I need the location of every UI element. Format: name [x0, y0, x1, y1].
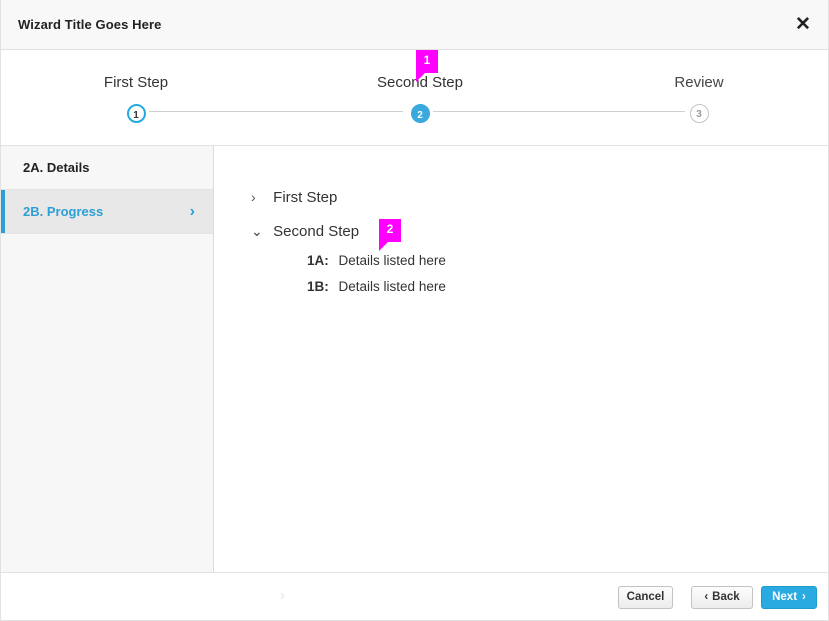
stepper-step-first[interactable]: First Step 1 [46, 74, 226, 123]
sidebar-item-label: 2B. Progress [23, 204, 104, 219]
stepper-step-circle: 3 [689, 104, 709, 123]
tree-node-label: First Step [273, 189, 338, 206]
back-button-label: Back [712, 591, 740, 603]
stepper-step-circle: 1 [126, 104, 146, 123]
tree-detail-row: 1A: Details listed here [251, 248, 808, 274]
tree-detail-text: Details listed here [338, 279, 446, 294]
wizard-footer: › Cancel ‹ Back Next › [1, 572, 828, 620]
stepper-step-label: Review [674, 74, 724, 91]
tree-node-second-step[interactable]: ⌄ Second Step [251, 214, 808, 248]
tree-node-label: Second Step [273, 223, 360, 240]
close-icon[interactable]: ✕ [790, 12, 816, 38]
wizard-stepper: First Step 1 Second Step 2 Review 3 [1, 50, 828, 146]
tree-detail-key: 1B: [307, 279, 329, 294]
tree-detail-key: 1A: [307, 253, 329, 268]
wizard-content: › First Step ⌄ Second Step 1A: Details l… [215, 146, 828, 620]
stepper-step-circle: 2 [410, 104, 430, 123]
chevron-right-icon: › [802, 591, 806, 603]
callout-badge-1: 1 [416, 50, 438, 82]
chevron-right-icon: › [280, 587, 285, 604]
wizard-sidebar: 2A. Details 2B. Progress › [1, 146, 214, 620]
wizard-dialog: Wizard Title Goes Here ✕ First Step 1 Se… [0, 0, 829, 621]
next-button[interactable]: Next › [761, 586, 817, 609]
next-button-label: Next [772, 591, 798, 603]
tree-detail-row: 1B: Details listed here [251, 274, 808, 300]
tree-detail-text: Details listed here [338, 253, 446, 268]
stepper-step-label: First Step [103, 74, 169, 91]
chevron-right-icon: › [251, 189, 256, 205]
chevron-left-icon: ‹ [704, 591, 709, 603]
chevron-right-icon: › [189, 203, 195, 220]
progress-tree: › First Step ⌄ Second Step 1A: Details l… [251, 180, 808, 300]
sidebar-item-label: 2A. Details [23, 160, 90, 175]
stepper-step-review[interactable]: Review 3 [609, 74, 789, 123]
page-title: Wizard Title Goes Here [18, 17, 162, 32]
back-button[interactable]: ‹ Back [691, 586, 753, 609]
callout-badge-2: 2 [379, 219, 401, 251]
sidebar-item-progress[interactable]: 2B. Progress › [1, 190, 213, 234]
tree-node-first-step[interactable]: › First Step [251, 180, 808, 214]
chevron-down-icon: ⌄ [251, 223, 263, 239]
sidebar-item-details[interactable]: 2A. Details [1, 146, 213, 190]
cancel-button-label: Cancel [626, 591, 665, 603]
cancel-button[interactable]: Cancel [618, 586, 673, 609]
title-bar: Wizard Title Goes Here ✕ [1, 0, 828, 50]
